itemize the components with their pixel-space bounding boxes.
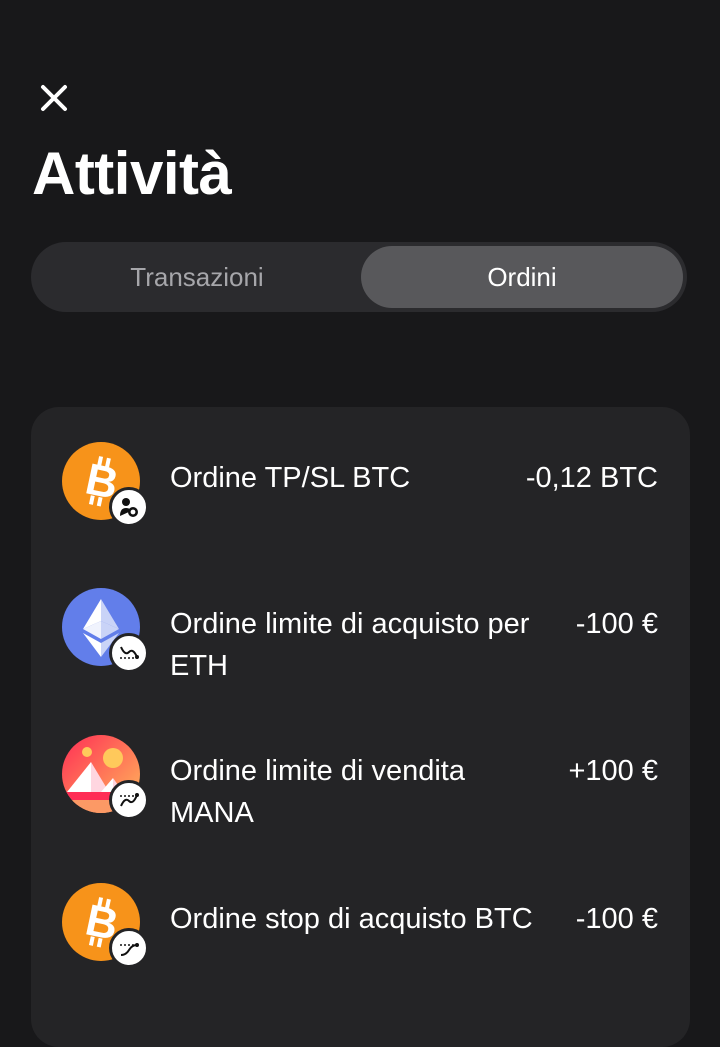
close-button[interactable] — [34, 78, 74, 118]
limit-sell-icon — [109, 780, 149, 820]
order-title: Ordine limite di vendita MANA — [170, 755, 465, 829]
order-title: Ordine stop di acquisto BTC — [170, 903, 533, 935]
order-amount: -100 € — [575, 608, 658, 640]
order-amount: -100 € — [575, 903, 658, 935]
limit-buy-icon — [109, 633, 149, 673]
order-title: Ordine TP/SL BTC — [170, 462, 411, 494]
stop-buy-icon — [109, 928, 149, 968]
tab-transazioni[interactable]: Transazioni — [35, 246, 359, 308]
tab-ordini[interactable]: Ordini — [361, 246, 683, 308]
order-amount: +100 € — [568, 755, 658, 787]
tp-sl-icon — [109, 487, 149, 527]
page-title: Attività — [32, 140, 232, 207]
order-title: Ordine limite di acquisto per ETH — [170, 608, 530, 682]
tab-switcher: Transazioni Ordini — [31, 242, 687, 312]
close-icon — [41, 85, 67, 111]
order-amount: -0,12 BTC — [525, 462, 658, 494]
orders-list: B Ordine TP/SL BTC -0,12 BTC Ordine limi… — [31, 407, 690, 1047]
